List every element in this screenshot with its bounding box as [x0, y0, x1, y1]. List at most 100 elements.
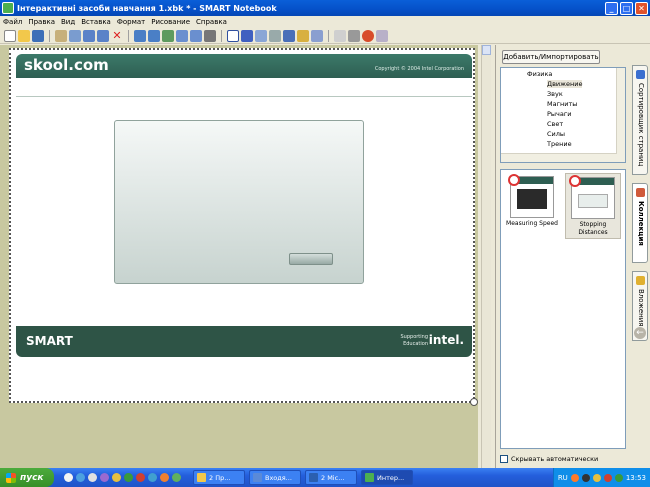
panel-button[interactable]: [289, 253, 333, 265]
screen-shade-icon[interactable]: [176, 29, 188, 42]
tree-item-physics[interactable]: Физика: [527, 70, 552, 78]
quicklaunch-icon[interactable]: [88, 473, 97, 482]
minimize-button[interactable]: _: [605, 1, 618, 15]
quicklaunch-icon[interactable]: [136, 473, 145, 482]
gallery-item-measuring-speed[interactable]: Measuring Speed: [504, 173, 560, 228]
collapse-arrow-icon[interactable]: ←: [634, 327, 646, 339]
toolbar-separator: [128, 29, 129, 42]
notebook-page[interactable]: skool.com Copyright © 2004 Intel Corpora…: [9, 48, 478, 406]
more-tools-icon[interactable]: [376, 29, 388, 42]
menu-view[interactable]: Вид: [61, 18, 75, 26]
tree-horizontal-scrollbar[interactable]: [501, 153, 617, 162]
intel-logo: intel.: [428, 333, 464, 347]
menu-help[interactable]: Справка: [196, 18, 227, 26]
close-button[interactable]: ✕: [635, 1, 648, 15]
paste-icon[interactable]: [55, 29, 67, 42]
taskbar-button-word[interactable]: 2 Mic...: [305, 470, 357, 485]
quicklaunch-icon[interactable]: [172, 473, 181, 482]
quicklaunch-icon[interactable]: [112, 473, 121, 482]
attachments-icon: [636, 276, 645, 285]
tray-icon[interactable]: [581, 473, 590, 482]
scroll-down-arrow-icon[interactable]: [482, 45, 491, 55]
eraser-icon[interactable]: [269, 29, 281, 42]
maximize-button[interactable]: □: [620, 1, 633, 15]
tray-icon[interactable]: [592, 473, 601, 482]
menu-edit[interactable]: Правка: [28, 18, 55, 26]
transparency-icon[interactable]: [334, 29, 346, 42]
tab-gallery[interactable]: Коллекция: [632, 183, 648, 263]
quicklaunch-icon[interactable]: [148, 473, 157, 482]
taskbar-button-label: Входя...: [265, 473, 292, 482]
skool-logo: skool.com: [24, 56, 109, 74]
measuring-speed-thumbnail: [508, 174, 554, 218]
tree-item-motion[interactable]: Движение: [547, 80, 583, 88]
content-panel: [114, 120, 364, 284]
language-indicator[interactable]: RU: [558, 474, 568, 482]
taskbar-button-label: 2 Mic...: [321, 473, 345, 482]
camera-icon[interactable]: [204, 29, 216, 42]
start-button[interactable]: пуск: [0, 468, 54, 487]
menu-draw[interactable]: Рисование: [151, 18, 190, 26]
tree-item-sound[interactable]: Звук: [547, 90, 563, 98]
menu-bar: Файл Правка Вид Вставка Формат Рисование…: [0, 16, 650, 28]
gallery-item-caption: Stopping Distances: [578, 221, 608, 236]
tree-item-magnets[interactable]: Магниты: [547, 100, 577, 108]
quicklaunch-icon[interactable]: [76, 473, 85, 482]
tray-icon[interactable]: [570, 473, 579, 482]
add-page-icon[interactable]: [162, 29, 174, 42]
quicklaunch-icon[interactable]: [160, 473, 169, 482]
tagline-line-1: Supporting: [400, 334, 429, 340]
delete-icon[interactable]: ✕: [111, 29, 123, 42]
canvas-vertical-scrollbar[interactable]: [481, 45, 491, 468]
properties-icon[interactable]: [69, 29, 81, 42]
gallery-thumbnails: Measuring Speed Stopping Distances: [500, 169, 626, 449]
next-page-icon[interactable]: [148, 29, 160, 42]
taskbar-button-explorer[interactable]: 2 Пр...: [193, 470, 245, 485]
quicklaunch-icon[interactable]: [64, 473, 73, 482]
undo-icon[interactable]: [83, 29, 95, 42]
stopping-distances-thumbnail: [569, 175, 615, 219]
tree-item-light[interactable]: Свет: [547, 120, 563, 128]
tree-item-friction[interactable]: Трение: [547, 140, 572, 148]
supporting-education-text: Supporting Education: [401, 334, 429, 348]
text-icon[interactable]: [311, 29, 323, 42]
line-properties-icon[interactable]: [348, 29, 360, 42]
quicklaunch-icon[interactable]: [124, 473, 133, 482]
gallery-item-stopping-distances[interactable]: Stopping Distances: [565, 173, 621, 239]
tab-page-sorter-label: Сортировщик страниц: [637, 83, 645, 167]
add-import-button[interactable]: Добавить/Импортировать: [502, 50, 600, 64]
fill-color-icon[interactable]: [362, 29, 374, 42]
tray-icon[interactable]: [614, 473, 623, 482]
tray-icon[interactable]: [603, 473, 612, 482]
new-file-icon[interactable]: [4, 29, 16, 42]
side-tabs: Сортировщик страниц Коллекция Вложения ←: [631, 45, 650, 468]
app-icon: [2, 2, 14, 14]
open-folder-icon[interactable]: [18, 29, 30, 42]
taskbar-button-notebook[interactable]: Интер...: [361, 470, 413, 485]
menu-file[interactable]: Файл: [3, 18, 22, 26]
shapes-icon[interactable]: [297, 29, 309, 42]
select-arrow-icon[interactable]: [227, 29, 239, 42]
autohide-option[interactable]: Скрывать автоматически: [500, 455, 598, 463]
tree-vertical-scrollbar[interactable]: [616, 68, 625, 162]
folder-icon: [197, 473, 206, 482]
start-label: пуск: [20, 472, 44, 483]
tree-item-forces[interactable]: Силы: [547, 130, 565, 138]
quicklaunch-icon[interactable]: [100, 473, 109, 482]
menu-format[interactable]: Формат: [117, 18, 145, 26]
save-icon[interactable]: [32, 29, 44, 42]
tab-page-sorter[interactable]: Сортировщик страниц: [632, 65, 648, 175]
pen-icon[interactable]: [241, 29, 253, 42]
tree-item-levers[interactable]: Рычаги: [547, 110, 572, 118]
creative-pen-icon[interactable]: [255, 29, 267, 42]
menu-insert[interactable]: Вставка: [81, 18, 111, 26]
resize-handle[interactable]: [470, 398, 478, 406]
clock: 13:53: [625, 473, 646, 482]
redo-icon[interactable]: [97, 29, 109, 42]
title-bar: Інтерактивні засоби навчання 1.xbk * - S…: [0, 0, 650, 16]
taskbar-button-inbox[interactable]: Входя...: [249, 470, 301, 485]
previous-page-icon[interactable]: [134, 29, 146, 42]
fullscreen-icon[interactable]: [190, 29, 202, 42]
autohide-checkbox[interactable]: [500, 455, 508, 463]
line-icon[interactable]: [283, 29, 295, 42]
